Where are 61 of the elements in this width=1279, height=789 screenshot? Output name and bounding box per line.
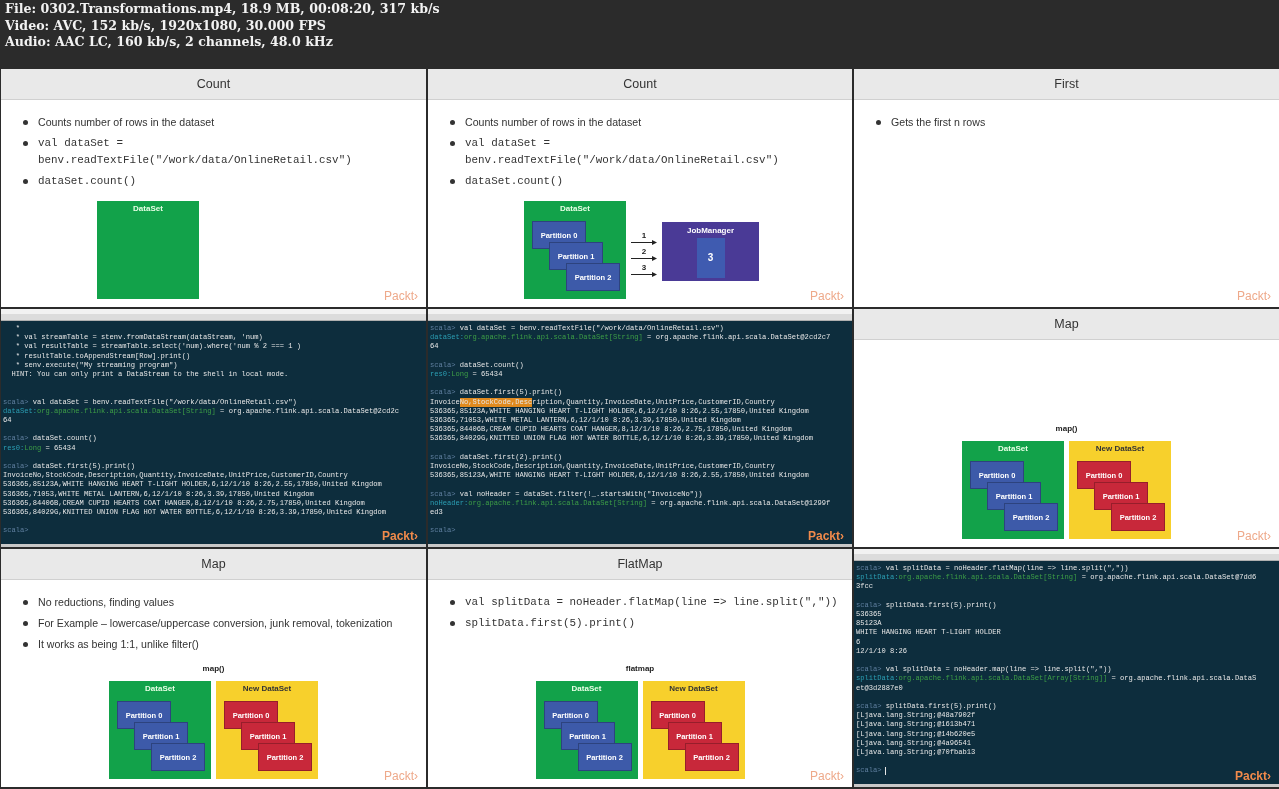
logo-text: Packt› [810,769,844,783]
code-text: val splitData = noHeader.flatMap(line => line.split(",")) [465,595,838,610]
slide-title: Map [1,549,426,580]
logo-text: Packt› [1237,529,1271,543]
logo-text: Packt› [384,289,418,303]
arrow-label: 2 [641,247,647,256]
arrow-icon [631,256,657,261]
logo-text: Packt› [381,529,418,543]
slide-title: Count [1,69,426,100]
diagram-caption: map() [1055,424,1078,433]
logo-text: Packt› [1234,769,1271,783]
code-text: dataSet.count() [465,174,564,189]
bullet-icon [450,600,455,605]
code-text: splitData.first(5).print() [465,616,635,631]
logo-text: Packt› [384,769,418,783]
dataset-title: New DataSet [1095,444,1145,453]
bullet-icon [876,120,881,125]
file-info: Audio: AAC LC, 160 kb/s, 2 channels, 48.0 kHz [5,34,334,51]
arrow-icon [631,272,657,277]
bullet-icon [23,600,28,605]
bullet-text: Gets the first n rows [891,115,986,130]
bullet-icon [450,120,455,125]
bullet-icon [23,179,28,184]
dataset-title: New DataSet [242,684,292,693]
count-value: 3 [696,237,725,278]
dataset-title: DataSet [145,684,175,693]
bullet-text: For Example – lowercase/uppercase conversion, junk removal, tokenization [38,616,393,631]
arrow-label: 3 [641,263,647,272]
dataset-title: DataSet [133,204,163,213]
bullet-icon [450,141,455,146]
arrow-icon [631,240,657,245]
bullet-icon [450,179,455,184]
bullet-icon [23,120,28,125]
bullet-text: No reductions, finding values [38,595,175,610]
bullet-icon [450,621,455,626]
code-text: val dataSet = benv.readTextFile("/work/data/OnlineRetail.csv") [38,136,353,168]
slide-title: FlatMap [428,549,852,580]
file-info: Video: AVC, 152 kb/s, 1920x1080, 30.000 FPS [5,17,327,34]
bullet-icon [23,141,28,146]
bullet-text: Counts number of rows in the dataset [38,115,215,130]
bullet-text: Counts number of rows in the dataset [465,115,642,130]
dataset-title: DataSet [998,444,1028,453]
file-info: File: 0302.Transformations.mp4, 18.9 MB, 00:08:20, 317 kb/s [5,1,441,18]
slide-title: Map [854,309,1279,340]
diagram-caption: map() [202,664,225,673]
slide-title: First [854,69,1279,100]
logo-text: Packt› [810,289,844,303]
bullet-icon [23,642,28,647]
arrow-label: 1 [641,231,647,240]
dataset-title: DataSet [560,204,590,213]
logo-text: Packt› [807,529,844,543]
code-text: val dataSet = benv.readTextFile("/work/data/OnlineRetail.csv") [465,136,780,168]
slide-title: Count [428,69,852,100]
bullet-text: It works as being 1:1, unlike filter() [38,637,199,652]
code-text: dataSet.count() [38,174,137,189]
diagram-caption: flatmap [625,664,655,673]
dataset-title: New DataSet [669,684,718,693]
jobmanager-title: JobManager [686,225,735,235]
logo-text: Packt› [1237,289,1271,303]
dataset-title: DataSet [571,684,602,693]
bullet-icon [23,621,28,626]
